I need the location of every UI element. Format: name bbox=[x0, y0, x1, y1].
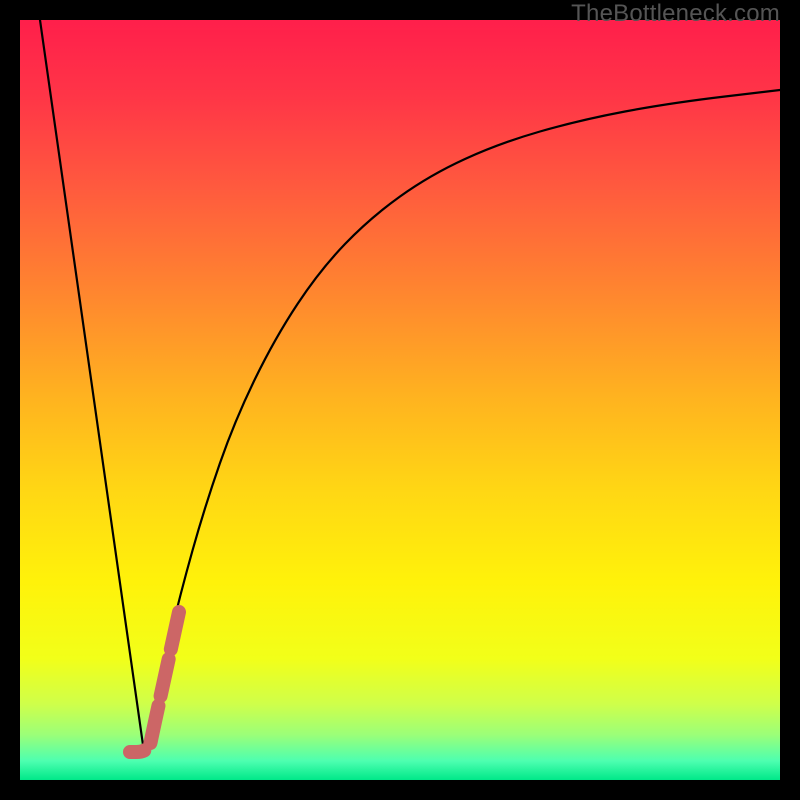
chart-lines bbox=[20, 20, 780, 780]
outer-frame: TheBottleneck.com bbox=[0, 0, 800, 800]
left-branch-line bbox=[40, 20, 144, 752]
watermark-label: TheBottleneck.com bbox=[571, 0, 780, 28]
plot-area bbox=[20, 20, 780, 780]
right-branch-curve bbox=[144, 90, 780, 752]
bottom-hook-marker bbox=[130, 612, 179, 752]
